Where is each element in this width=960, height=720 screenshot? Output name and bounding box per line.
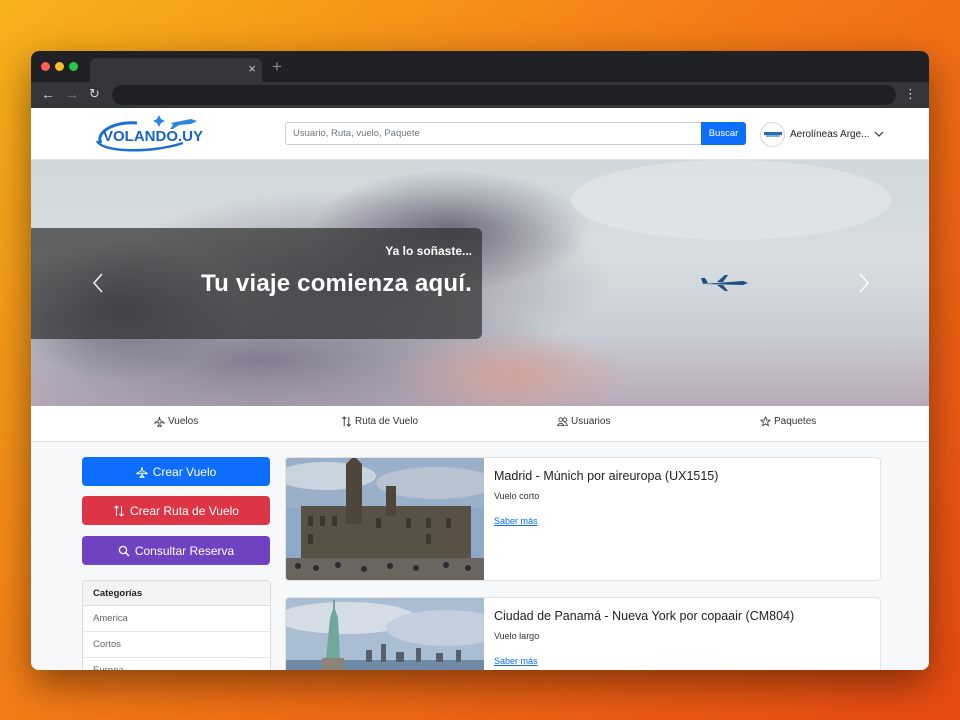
browser-titlebar: × + — [31, 51, 929, 82]
new-tab-button[interactable]: + — [272, 57, 282, 77]
saber-mas-link[interactable]: Saber más — [494, 516, 538, 526]
minimize-window-button[interactable] — [55, 62, 64, 71]
search-button[interactable]: Buscar — [701, 122, 746, 145]
categories-title: Categorías — [83, 581, 270, 606]
search-group: Buscar — [285, 122, 746, 145]
user-menu[interactable]: Aerolíneas Arge... — [760, 121, 884, 147]
nav-item-usuarios[interactable]: Usuarios — [557, 416, 610, 427]
category-item[interactable]: Cortos — [83, 632, 270, 658]
nav-item-label: Vuelos — [168, 416, 199, 427]
user-name: Aerolíneas Arge... — [790, 128, 870, 140]
category-item[interactable]: Europa — [83, 658, 270, 670]
button-label: Crear Vuelo — [152, 464, 217, 479]
tab-close-icon[interactable]: × — [248, 61, 256, 77]
card-subtitle: Vuelo corto — [494, 491, 540, 501]
crear-ruta-button[interactable]: Crear Ruta de Vuelo — [82, 496, 270, 525]
page-content: VOLANDO.UY Buscar Aerolíneas Arge... — [31, 108, 929, 670]
people-icon — [557, 417, 568, 427]
nav-item-label: Paquetes — [774, 416, 817, 427]
card-subtitle: Vuelo largo — [494, 631, 540, 641]
statue-of-liberty-photo — [286, 598, 484, 670]
nav-item-label: Ruta de Vuelo — [355, 416, 419, 427]
airplane-photo — [701, 275, 748, 291]
nav-item-paquetes[interactable]: Paquetes — [760, 416, 816, 427]
hero-caption-small: Ya lo soñaste... — [385, 244, 472, 258]
browser-window: × + ← → ↻ ⋮ VOLANDO.UY Buscar — [31, 51, 929, 670]
category-item[interactable]: America — [83, 606, 270, 632]
hero-caption-title: Tu viaje comienza aquí. — [201, 270, 472, 297]
consultar-reserva-button[interactable]: Consultar Reserva — [82, 536, 270, 565]
nav-item-vuelos[interactable]: Vuelos — [154, 416, 198, 427]
maximize-window-button[interactable] — [69, 62, 78, 71]
card-title: Madrid - Múnich por aireuropa (UX1515) — [494, 469, 719, 483]
site-navbar: VOLANDO.UY Buscar Aerolíneas Arge... — [31, 108, 929, 160]
nav-item-label: Usuarios — [571, 416, 611, 427]
search-input[interactable] — [285, 122, 701, 145]
avatar — [760, 121, 785, 147]
saber-mas-link[interactable]: Saber más — [494, 656, 538, 666]
browser-tab[interactable]: × — [90, 58, 262, 82]
volando-logo[interactable]: VOLANDO.UY — [93, 113, 205, 155]
address-bar[interactable] — [112, 85, 896, 105]
star-icon — [760, 416, 771, 427]
search-icon — [118, 545, 130, 556]
nav-item-ruta-de-vuelo[interactable]: Ruta de Vuelo — [341, 416, 418, 427]
swap-arrows-icon — [342, 416, 351, 427]
main-content: Crear Vuelo Crear Ruta de Vuelo Consulta… — [31, 442, 929, 670]
airplane-icon — [136, 466, 148, 478]
button-label: Crear Ruta de Vuelo — [130, 503, 239, 518]
browser-menu-icon[interactable]: ⋮ — [904, 86, 917, 102]
browser-toolbar: ← → ↻ ⋮ — [31, 82, 929, 108]
categories-panel: Categorías America Cortos Europa — [82, 580, 271, 670]
swap-arrows-icon — [114, 504, 124, 517]
airplane-icon — [154, 416, 165, 427]
close-window-button[interactable] — [41, 62, 50, 71]
hero-carousel: Ya lo soñaste... Tu viaje comienza aquí. — [31, 160, 929, 406]
forward-icon[interactable]: → — [65, 86, 79, 102]
chevron-down-icon — [874, 131, 884, 137]
carousel-next-icon[interactable] — [857, 272, 871, 294]
route-card: Madrid - Múnich por aireuropa (UX1515) V… — [285, 457, 881, 581]
crear-vuelo-button[interactable]: Crear Vuelo — [82, 457, 270, 486]
logo-text: VOLANDO.UY — [103, 128, 203, 145]
button-label: Consultar Reserva — [134, 543, 235, 558]
carousel-prev-icon[interactable] — [91, 272, 105, 294]
category-nav: Vuelos Ruta de Vuelo Usuarios Paquetes — [31, 406, 929, 442]
back-icon[interactable]: ← — [41, 86, 55, 102]
card-title: Ciudad de Panamá - Nueva York por copaai… — [494, 609, 795, 623]
reload-icon[interactable]: ↻ — [89, 86, 100, 102]
munich-photo — [286, 458, 484, 580]
route-card: Ciudad de Panamá - Nueva York por copaai… — [285, 597, 881, 670]
